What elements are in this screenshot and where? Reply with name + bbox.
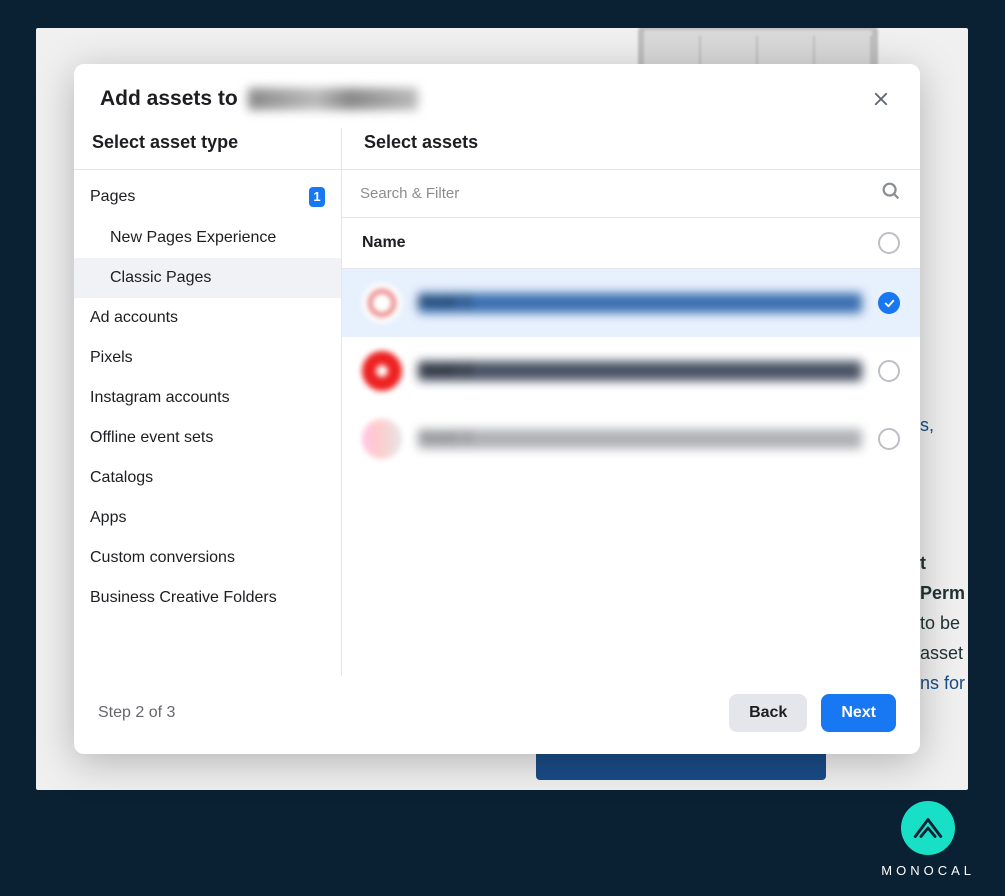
modal-title: Add assets to Redacted Account: [100, 87, 418, 111]
asset-type-offline-event-sets[interactable]: Offline event sets: [74, 418, 341, 458]
asset-avatar: [362, 419, 402, 459]
brand-logo-icon: [901, 801, 955, 855]
footer-actions: Back Next: [729, 694, 896, 732]
step-indicator: Step 2 of 3: [98, 704, 175, 722]
asset-type-label: Pages: [90, 188, 135, 206]
name-column-label: Name: [362, 234, 406, 252]
asset-type-business-creative-folders[interactable]: Business Creative Folders: [74, 578, 341, 618]
asset-avatar: [362, 283, 402, 323]
asset-name-redacted: Asset 1: [418, 293, 862, 313]
next-button[interactable]: Next: [821, 694, 896, 732]
asset-type-custom-conversions[interactable]: Custom conversions: [74, 538, 341, 578]
asset-type-label: Ad accounts: [90, 309, 178, 327]
asset-type-label: Business Creative Folders: [90, 589, 277, 607]
assets-panel: Select assets Name Asset 1: [342, 128, 920, 676]
asset-name-redacted: Asset 2: [418, 361, 862, 381]
search-row: [342, 169, 920, 217]
asset-select-toggle[interactable]: [878, 428, 900, 450]
asset-name-redacted: Asset 3: [418, 429, 862, 449]
asset-type-label: Offline event sets: [90, 429, 213, 447]
asset-type-ad-accounts[interactable]: Ad accounts: [74, 298, 341, 338]
asset-type-label: Apps: [90, 509, 126, 527]
asset-type-instagram-accounts[interactable]: Instagram accounts: [74, 378, 341, 418]
asset-type-new-pages-experience[interactable]: New Pages Experience: [74, 218, 341, 258]
select-all-toggle[interactable]: [878, 232, 900, 254]
bg-partial-text-1: s,: [920, 408, 968, 442]
asset-type-label: Custom conversions: [90, 549, 235, 567]
back-button[interactable]: Back: [729, 694, 807, 732]
modal-header: Add assets to Redacted Account: [74, 64, 920, 128]
search-input[interactable]: [360, 185, 880, 202]
modal-body: Select asset type Pages 1 New Pages Expe…: [74, 128, 920, 676]
asset-type-pages[interactable]: Pages 1: [74, 176, 341, 218]
asset-row[interactable]: Asset 2: [342, 337, 920, 405]
assets-heading: Select assets: [342, 128, 920, 169]
asset-type-sidebar: Select asset type Pages 1 New Pages Expe…: [74, 128, 342, 676]
asset-rows: Asset 1 Asset 2 Asset 3: [342, 269, 920, 473]
asset-type-label: Instagram accounts: [90, 389, 230, 407]
bg-partial-text-2: t Perm to be asset ns for: [920, 548, 968, 698]
asset-type-label: Pixels: [90, 349, 133, 367]
asset-type-catalogs[interactable]: Catalogs: [74, 458, 341, 498]
asset-select-toggle[interactable]: [878, 292, 900, 314]
asset-type-pixels[interactable]: Pixels: [74, 338, 341, 378]
asset-type-list: Pages 1 New Pages Experience Classic Pag…: [74, 170, 341, 618]
modal-title-account-redacted: Redacted Account: [248, 88, 418, 110]
asset-type-badge: 1: [309, 187, 325, 207]
asset-type-label: New Pages Experience: [110, 229, 276, 247]
search-icon[interactable]: [880, 180, 902, 207]
asset-row[interactable]: Asset 3: [342, 405, 920, 473]
asset-row[interactable]: Asset 1: [342, 269, 920, 337]
add-assets-modal: Add assets to Redacted Account Select as…: [74, 64, 920, 754]
brand-logo: MONOCAL: [881, 801, 975, 878]
asset-avatar: [362, 351, 402, 391]
asset-type-apps[interactable]: Apps: [74, 498, 341, 538]
asset-type-label: Classic Pages: [110, 269, 211, 287]
asset-select-toggle[interactable]: [878, 360, 900, 382]
assets-name-header: Name: [342, 217, 920, 269]
modal-footer: Step 2 of 3 Back Next: [74, 676, 920, 754]
asset-type-classic-pages[interactable]: Classic Pages: [74, 258, 341, 298]
modal-title-prefix: Add assets to: [100, 87, 238, 111]
brand-name: MONOCAL: [881, 863, 975, 878]
asset-type-label: Catalogs: [90, 469, 153, 487]
close-icon[interactable]: [868, 86, 894, 112]
